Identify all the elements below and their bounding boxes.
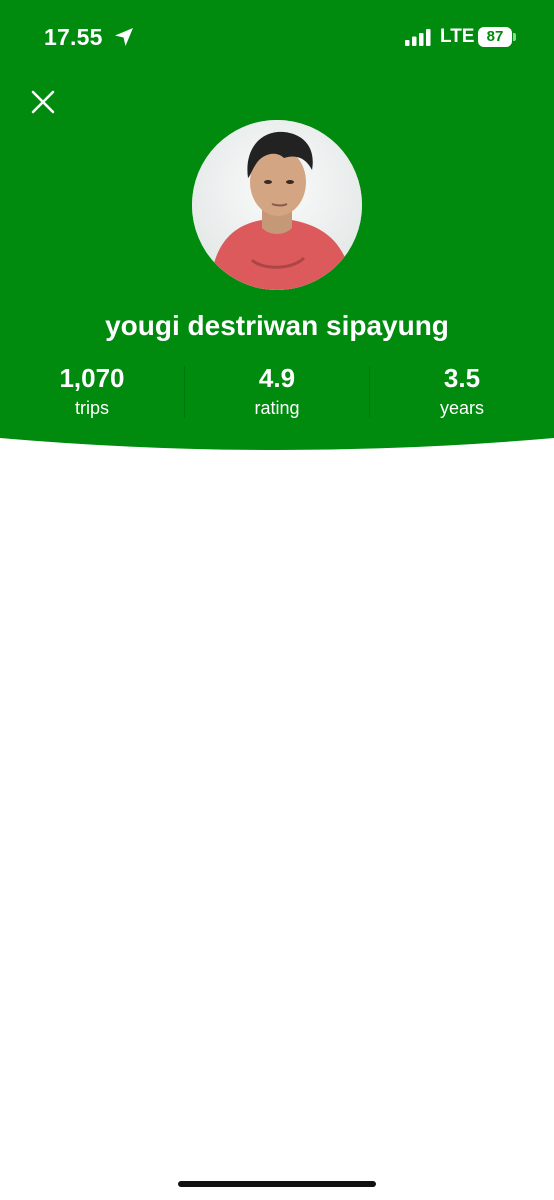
home-indicator[interactable] [178, 1181, 376, 1187]
location-arrow-icon [115, 28, 133, 46]
stat-years-label: years [439, 398, 484, 418]
stat-rating: 4.9 rating [185, 362, 369, 422]
network-type-label: LTE [440, 26, 475, 47]
stat-trips-value: 1,070 [59, 363, 125, 393]
close-icon [31, 90, 55, 114]
status-time: 17.55 [44, 24, 103, 50]
avatar-photo [192, 120, 362, 290]
stat-trips-label: trips [74, 398, 109, 418]
battery-icon: 87 [478, 27, 516, 47]
driver-name: yougi destriwan sipayung [105, 310, 449, 341]
stat-rating-label: rating [254, 398, 300, 418]
battery-cap [513, 33, 516, 41]
stat-years: 3.5 years [370, 362, 554, 422]
avatar [192, 120, 362, 290]
stats-row: 1,070 trips 4.9 rating 3.5 years [0, 362, 554, 422]
stat-years-value: 3.5 [443, 363, 481, 393]
signal-bars-icon [405, 29, 431, 46]
status-bar: 17.55 LTE 87 [0, 0, 554, 76]
stat-rating-value: 4.9 [258, 363, 296, 393]
stat-trips: 1,070 trips [0, 362, 184, 422]
battery-level: 87 [478, 27, 512, 47]
close-button[interactable] [26, 85, 60, 119]
